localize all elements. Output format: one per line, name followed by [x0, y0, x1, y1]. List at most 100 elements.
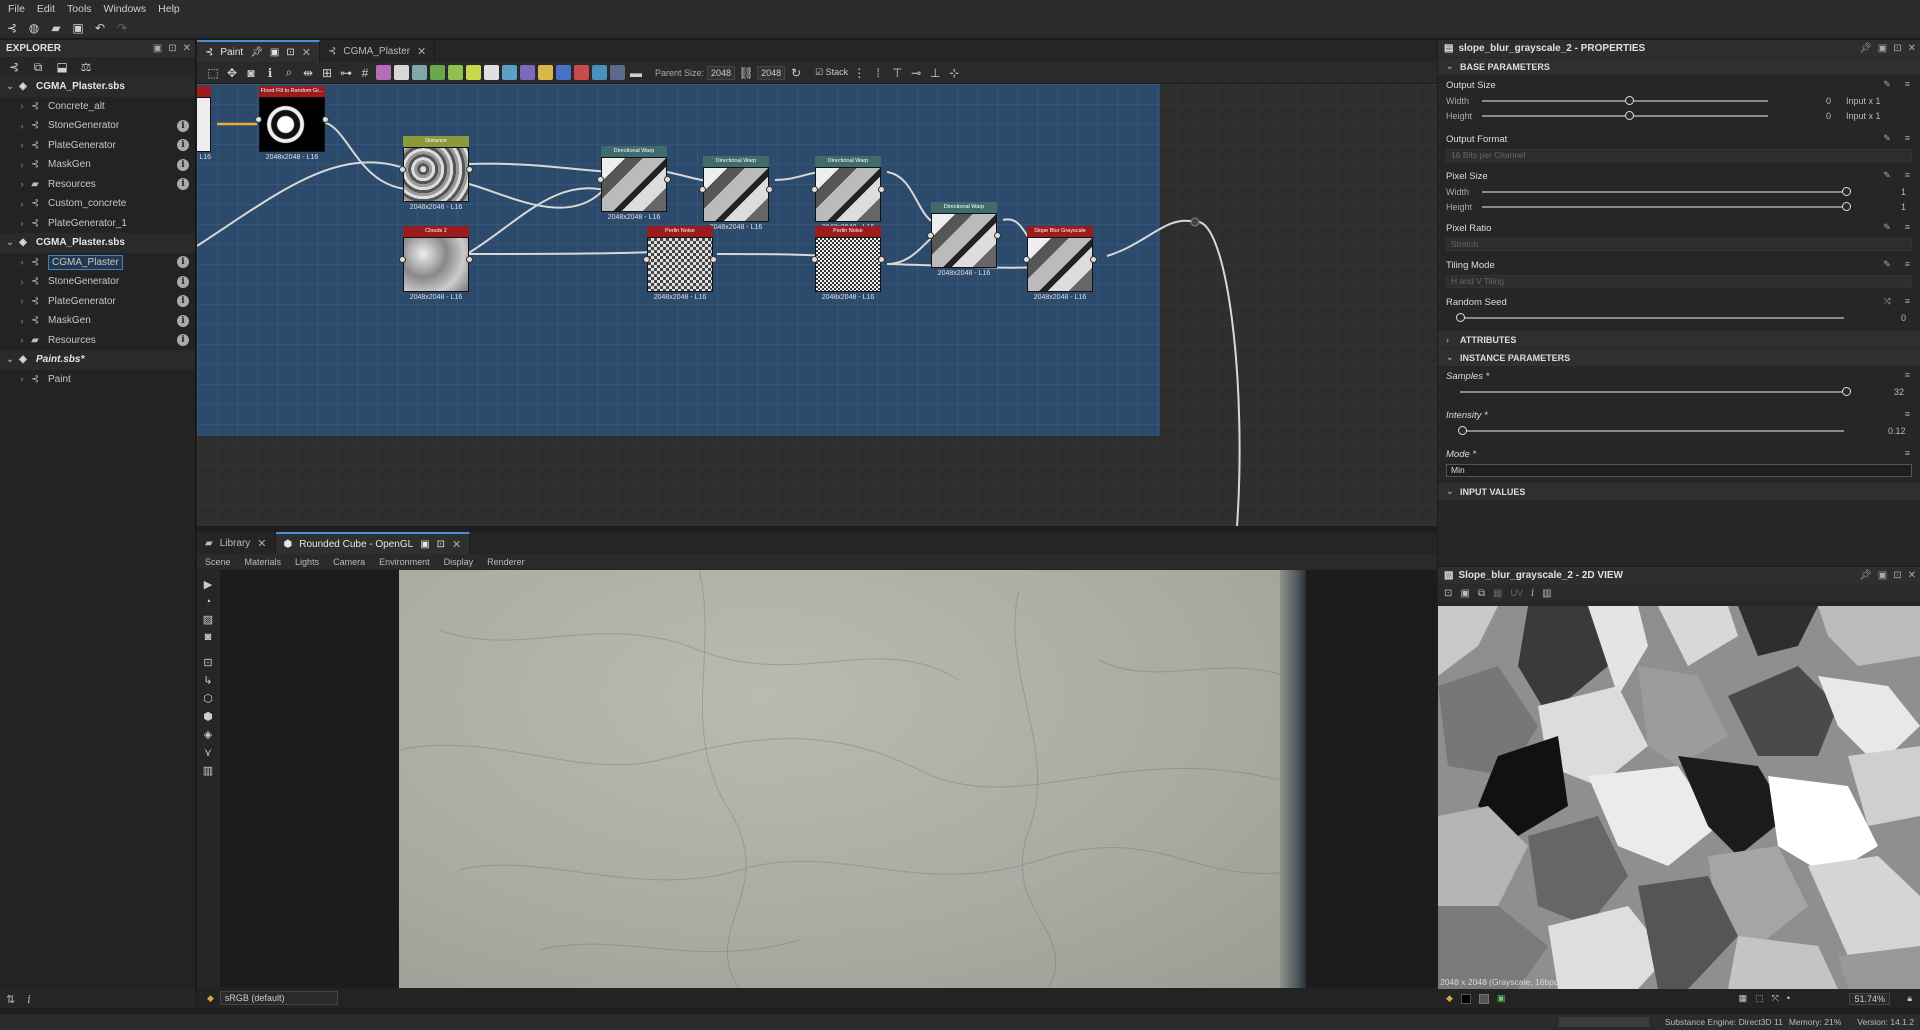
slider-knob[interactable] — [1625, 96, 1634, 105]
slider-knob[interactable] — [1842, 187, 1851, 196]
menu-icon[interactable]: ≡ — [1905, 222, 1910, 233]
maximize-icon[interactable]: ⊡ — [1893, 570, 1901, 581]
menu-icon[interactable]: ≡ — [1905, 259, 1910, 270]
blend-icon[interactable] — [412, 65, 427, 80]
close-icon[interactable]: ✕ — [452, 538, 461, 551]
parent-size-select[interactable]: 2048 — [707, 65, 736, 80]
gray-swatch[interactable] — [1478, 993, 1489, 1004]
environment-icon[interactable]: ▨ — [203, 613, 213, 626]
inherit-icon[interactable]: ✎ — [1883, 222, 1891, 233]
menu-scene[interactable]: Scene — [205, 557, 231, 567]
open-folder-icon[interactable]: ▰ — [48, 20, 64, 36]
output-port[interactable] — [994, 232, 1001, 239]
output-port[interactable] — [1090, 256, 1097, 263]
atomic-node-icon[interactable] — [376, 65, 391, 80]
histogram-icon[interactable]: ▥ — [1542, 588, 1551, 599]
info-icon[interactable]: i — [177, 139, 189, 152]
graph-node-warp2[interactable]: Directional Warp 2048x2048 - L16 — [699, 156, 773, 231]
size-select[interactable]: 2048 — [757, 65, 786, 80]
graph-node-warp3[interactable]: Directional Warp2048x2048 - L16 — [811, 156, 885, 231]
wire-cube-icon[interactable]: ⬢ — [203, 710, 213, 723]
graph-node-warp1[interactable]: Directional Warp 2048x2048 - L16 — [597, 146, 671, 221]
tree-graph[interactable]: › ⊰ MaskGen i — [0, 155, 195, 175]
tab-3d-view[interactable]: ⬢ Rounded Cube - OpenGL ▣ ⊡ ✕ — [275, 532, 471, 554]
graph-node-distance[interactable]: Distance 2048x2048 - L16 — [399, 136, 473, 211]
move-icon[interactable]: ✥ — [224, 65, 240, 81]
input-port[interactable] — [643, 256, 650, 263]
tree-graph[interactable]: › ⊰ StoneGenerator i — [0, 272, 195, 292]
view2d-image[interactable]: 2048 x 2048 (Grayscale, 16bpc) — [1438, 606, 1920, 989]
zoom-fit-icon[interactable]: ⤧ — [1772, 993, 1779, 1004]
tangent-icon[interactable]: ⋎ — [204, 746, 212, 759]
tree-graph[interactable]: › ⊰ PlateGenerator_1 — [0, 214, 195, 234]
section-input-values[interactable]: ⌄ INPUT VALUES — [1438, 483, 1920, 500]
maximize-icon[interactable]: ⊡ — [286, 47, 294, 58]
maximize-icon[interactable]: ⊡ — [1893, 43, 1901, 54]
slider-knob[interactable] — [1456, 313, 1465, 322]
layers-icon[interactable]: ◆ — [207, 993, 214, 1004]
graph-node-slope[interactable]: Slope Blur Grayscale 2048x2048 - L16 — [1023, 226, 1097, 301]
menu-display[interactable]: Display — [444, 557, 474, 567]
comment-icon[interactable]: ▬ — [628, 65, 644, 81]
chevron-right-icon[interactable]: › — [16, 316, 28, 326]
copy-icon[interactable]: ⧉ — [1478, 588, 1485, 599]
colorspace-select[interactable]: sRGB (default) — [219, 991, 338, 1005]
zoom-select[interactable]: 51.74% — [1849, 992, 1890, 1005]
input-port[interactable] — [811, 256, 818, 263]
chevron-right-icon[interactable]: › — [16, 160, 28, 170]
graph-node-clouds[interactable]: Clouds 2 2048x2048 - L16 — [399, 226, 473, 301]
menu-windows[interactable]: Windows — [102, 3, 157, 15]
menu-icon[interactable]: ≡ — [1905, 296, 1910, 307]
slider-track[interactable] — [1460, 430, 1844, 432]
mode-select[interactable]: Min — [1446, 464, 1912, 477]
input-port[interactable] — [255, 116, 262, 123]
output-port[interactable] — [466, 256, 473, 263]
tab-cgma-plaster[interactable]: ⊰ CGMA_Plaster ✕ — [320, 40, 436, 62]
slider-track[interactable] — [1482, 206, 1844, 208]
undo-icon[interactable]: ↶ — [92, 20, 108, 36]
section-base-parameters[interactable]: ⌄ BASE PARAMETERS — [1438, 58, 1920, 75]
close-icon[interactable]: ✕ — [257, 537, 266, 550]
slider-knob[interactable] — [1625, 111, 1634, 120]
tree-graph[interactable]: › ⊰ Concrete_alt — [0, 97, 195, 117]
pin-icon[interactable]: 📌︎ — [1859, 570, 1872, 581]
output-icon[interactable] — [610, 65, 625, 80]
save-icon[interactable]: ▣ — [70, 20, 86, 36]
tree-graph[interactable]: › ⊰ StoneGenerator i — [0, 116, 195, 136]
close-icon[interactable]: ✕ — [417, 45, 426, 58]
close-icon[interactable]: ✕ — [183, 43, 191, 54]
float-icon[interactable]: ▣ — [1878, 570, 1887, 581]
info-icon[interactable]: i — [177, 295, 189, 308]
settings-icon[interactable]: ⇅ — [6, 993, 15, 1006]
grid-icon[interactable]: ▦ — [1739, 993, 1748, 1004]
graph-node-perlin2[interactable]: Perlin Noise 2048x2048 - L16 — [811, 226, 885, 301]
new-graph-icon[interactable]: ⊰ — [4, 20, 20, 36]
chevron-right-icon[interactable]: › — [16, 199, 28, 209]
pixel-height-slider[interactable]: Height 1 — [1446, 199, 1912, 214]
section-attributes[interactable]: › ATTRIBUTES — [1438, 331, 1920, 348]
info-icon[interactable]: i — [177, 119, 189, 132]
inherit-icon[interactable]: ✎ — [1883, 170, 1891, 181]
align-bottom-icon[interactable]: ⊥ — [927, 65, 943, 81]
search-icon[interactable]: ⌕ — [281, 65, 297, 81]
duplicate-icon[interactable]: ⧉ — [30, 59, 46, 75]
menu-file[interactable]: File — [6, 3, 35, 15]
inherit-icon[interactable]: ✎ — [1883, 133, 1891, 144]
input-port[interactable] — [699, 186, 706, 193]
chevron-right-icon[interactable]: › — [16, 140, 28, 150]
layout-icon[interactable]: ⊞ — [319, 65, 335, 81]
output-width-slider[interactable]: Width 0 Input x 1 — [1446, 93, 1912, 108]
inherit-icon[interactable]: ✎ — [1883, 79, 1891, 90]
chevron-down-icon[interactable]: ⌄ — [4, 354, 16, 365]
slider-track[interactable] — [1482, 191, 1844, 193]
distribute-icon[interactable]: ⁞ — [870, 65, 886, 81]
close-icon[interactable]: ✕ — [1908, 570, 1916, 581]
camera-icon[interactable]: ◙ — [243, 65, 259, 81]
chevron-right-icon[interactable]: › — [16, 257, 28, 267]
fxmap-icon[interactable] — [556, 65, 571, 80]
output-port[interactable] — [766, 186, 773, 193]
fit-icon[interactable]: ⊡ — [1444, 588, 1452, 599]
tree-graph[interactable]: › ⊰ PlateGenerator i — [0, 136, 195, 156]
chain-link-icon[interactable]: ⛓︎ — [738, 65, 754, 81]
output-port[interactable] — [878, 256, 885, 263]
